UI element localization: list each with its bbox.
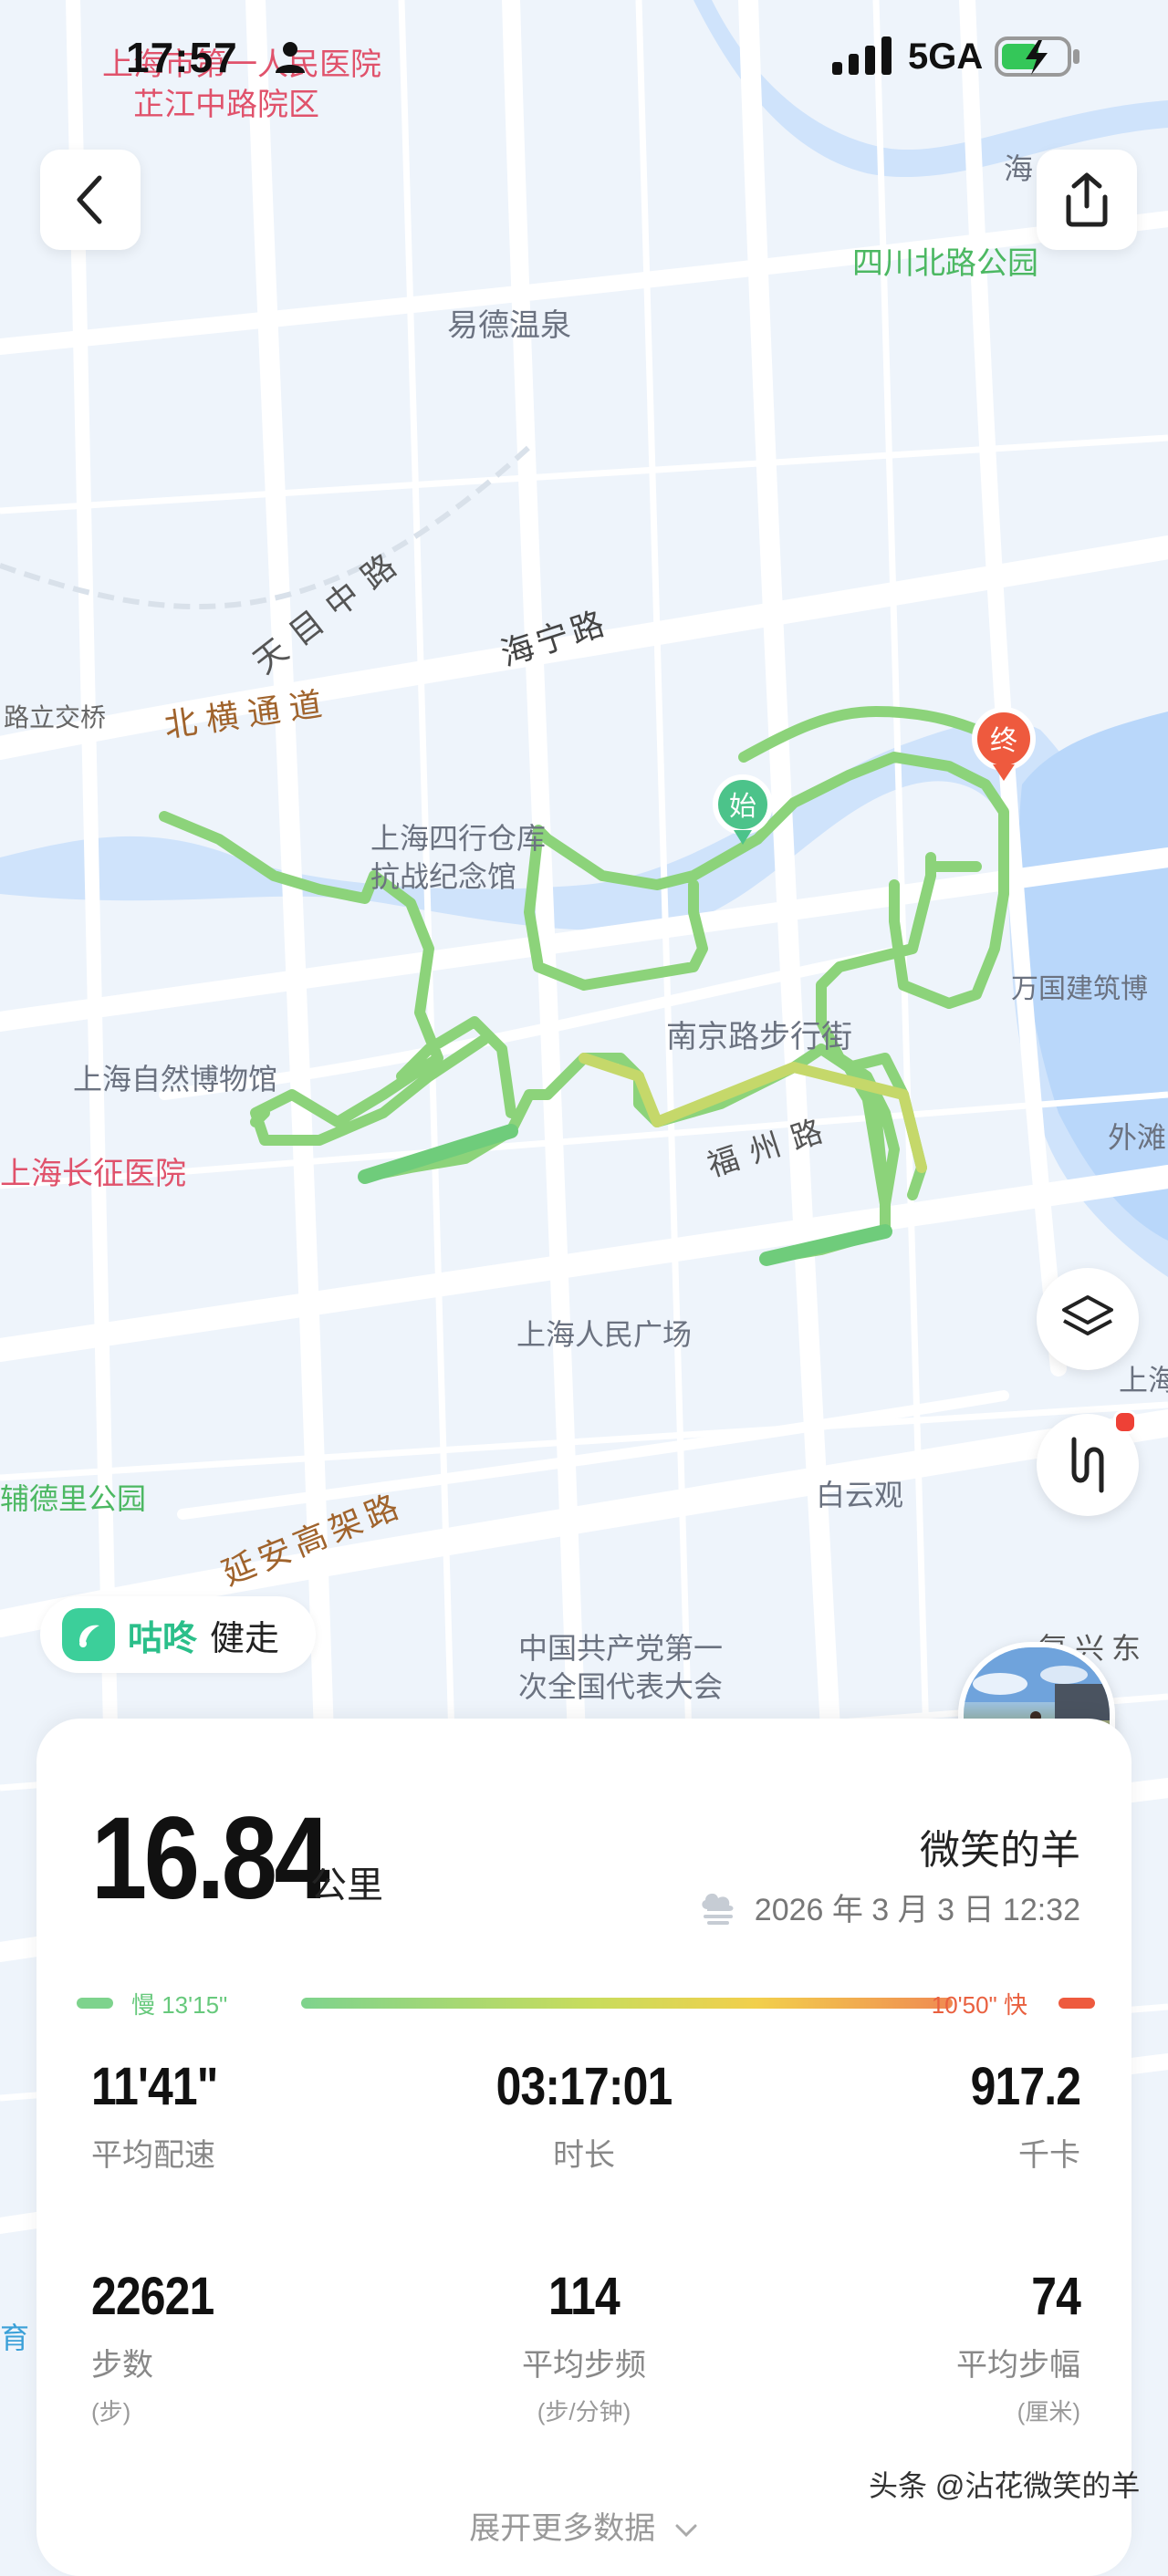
pace-fast-label: 10'50" 快: [931, 1991, 1027, 2019]
layers-icon: [1062, 1295, 1113, 1335]
stat-value: 114: [548, 2267, 620, 2326]
stat-unit: (步): [91, 2398, 131, 2425]
watermark: 头条 @沾花微笑的羊: [869, 2469, 1141, 2502]
end-marker-label: 终: [990, 725, 1017, 757]
stat-value: 74: [1031, 2267, 1081, 2326]
cellular-signal-icon: [832, 36, 892, 75]
map-label: 上海四行仓库: [370, 821, 546, 856]
back-button[interactable]: [40, 150, 141, 250]
workout-summary-card: 16.84 公里 微笑的羊 2026 年 3 月 3 日 12:32 慢 13'…: [36, 1719, 1132, 2576]
map-label: 辅德里公园: [0, 1481, 146, 1516]
pace-gradient-bar: [301, 1998, 953, 2009]
stat-unit: (步/分钟): [537, 2398, 631, 2425]
pace-slow-swatch: [77, 1998, 113, 2009]
route-wave-icon: [1071, 1437, 1104, 1493]
pace-slow-label: 慢 13'15": [131, 1991, 228, 2019]
stat-steps: 22621 步数 (步): [91, 2266, 234, 2427]
chevron-left-icon: [77, 175, 102, 224]
status-bar: 17:57 5GA: [0, 0, 1168, 119]
stat-label: 平均步幅: [956, 2348, 1080, 2383]
map-label: 万国建筑博: [1011, 973, 1148, 1005]
activity-type: 健走: [210, 1619, 280, 1658]
brand-name: 咕咚: [128, 1619, 198, 1658]
status-time: 17:57: [126, 34, 238, 81]
share-button[interactable]: [1037, 150, 1137, 250]
workout-datetime-row: 2026 年 3 月 3 日 12:32: [698, 1885, 1080, 1929]
share-icon: [1066, 172, 1108, 227]
pace-gradient-legend: 慢 13'15" 10'50" 快: [77, 1985, 1095, 2021]
stat-value: 03:17:01: [495, 2057, 673, 2116]
map-label: 易德温泉: [447, 307, 571, 344]
person-icon: [276, 42, 305, 73]
map-label: 上海长征医院: [0, 1156, 186, 1192]
battery-charging-icon: [995, 36, 1079, 77]
route-chart-button[interactable]: [1037, 1410, 1139, 1516]
stat-label: 平均步频: [522, 2348, 646, 2383]
map-layers-button[interactable]: [1037, 1268, 1139, 1370]
workout-datetime: 2026 年 3 月 3 日 12:32: [754, 1893, 1080, 1927]
map-label: 次全国代表大会: [518, 1669, 723, 1704]
map-label: 上海人民广场: [516, 1317, 692, 1352]
stat-label: 步数: [91, 2348, 153, 2383]
map-label: 南京路步行街: [666, 1019, 852, 1055]
stat-value: 917.2: [970, 2057, 1080, 2116]
stat-label: 平均配速: [91, 2138, 215, 2173]
distance-value: 16.84: [91, 1793, 330, 1924]
expand-more-label: 展开更多数据: [469, 2511, 656, 2546]
chevron-down-icon: [675, 2524, 697, 2538]
map-label: 海: [1004, 151, 1033, 186]
username[interactable]: 微笑的羊: [920, 1817, 1080, 1875]
stat-cadence: 114 平均步频 (步/分钟): [447, 2266, 721, 2427]
map-label: 路立交桥: [4, 702, 106, 732]
app-brand-badge: 咕咚 健走: [40, 1596, 317, 1673]
expand-more-data-button[interactable]: 展开更多数据: [36, 2503, 1132, 2548]
notification-dot: [1113, 1410, 1137, 1434]
map-label: 抗战纪念馆: [370, 859, 516, 894]
map-label: 外滩: [1108, 1120, 1166, 1155]
start-marker-label: 始: [729, 791, 756, 823]
map-label: 育: [0, 2321, 29, 2355]
map-label: 上海: [1119, 1363, 1168, 1397]
map-label: 四川北路公园: [852, 245, 1038, 282]
stat-calories: 917.2 千卡: [953, 2056, 1080, 2175]
stat-avg-pace: 11'41" 平均配速: [91, 2056, 238, 2175]
stat-label: 千卡: [1018, 2138, 1080, 2173]
map-label: 中国共产党第一: [518, 1631, 723, 1666]
stat-stride: 74 平均步幅 (厘米): [956, 2266, 1081, 2427]
stat-duration: 03:17:01 时长: [447, 2056, 721, 2175]
map-label: 上海自然博物馆: [73, 1062, 277, 1096]
network-type: 5GA: [908, 36, 984, 77]
stat-label: 时长: [553, 2138, 615, 2173]
stat-value: 22621: [91, 2267, 214, 2326]
stat-value: 11'41": [91, 2057, 218, 2116]
codoon-logo-icon: [62, 1608, 115, 1661]
pace-fast-swatch: [1058, 1998, 1095, 2009]
map-label: 白云观: [816, 1478, 903, 1512]
cloudy-weather-icon: [702, 1893, 734, 1925]
stat-unit: (厘米): [1017, 2398, 1080, 2425]
distance-unit: 公里: [310, 1865, 383, 1906]
